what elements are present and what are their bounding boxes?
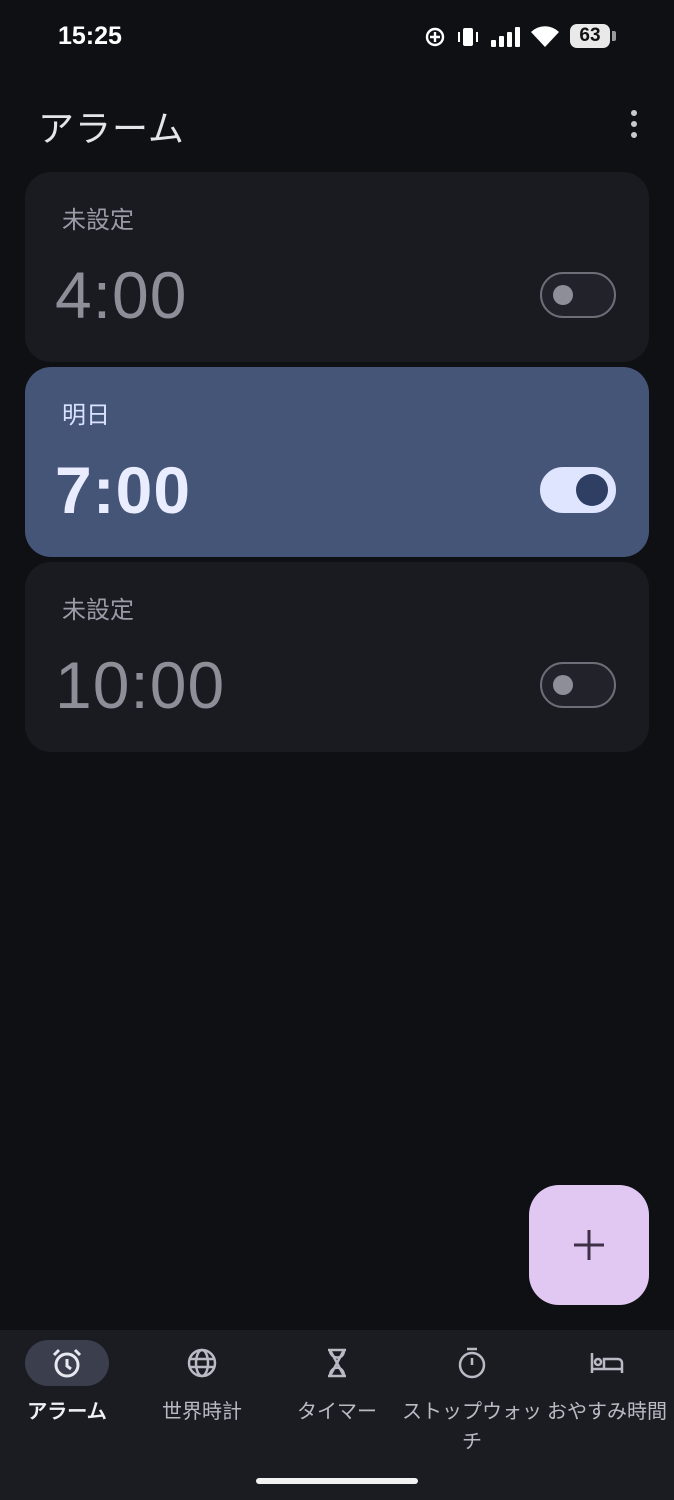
alarm-label: 未設定 [62, 206, 134, 234]
alarm-card-7-00[interactable]: 明日 7:00 [25, 367, 649, 557]
add-alarm-button[interactable] [529, 1185, 649, 1305]
vibrate-icon [456, 26, 480, 48]
nav-label: タイマー [297, 1399, 377, 1423]
alarm-card-4-00[interactable]: 未設定 4:00 [25, 172, 649, 362]
alarm-card-10-00[interactable]: 未設定 10:00 [25, 562, 649, 752]
home-indicator[interactable] [256, 1478, 418, 1484]
nav-item-world-clock[interactable]: 世界時計 [135, 1330, 269, 1460]
bed-icon [590, 1353, 624, 1373]
page-title: アラーム [38, 109, 185, 150]
alarm-time[interactable]: 7:00 [55, 455, 191, 525]
alarm-toggle[interactable] [540, 467, 616, 513]
signal-icon [490, 26, 520, 48]
nav-item-alarm[interactable]: アラーム [0, 1330, 134, 1460]
alarm-time[interactable]: 4:00 [55, 260, 187, 330]
alarm-clock-icon [52, 1348, 82, 1378]
more-vert-icon [631, 110, 637, 116]
status-icons: 63 [424, 24, 616, 50]
more-options-button[interactable] [612, 104, 656, 144]
wifi-icon [530, 26, 560, 48]
globe-icon [187, 1348, 217, 1378]
bottom-nav: アラーム 世界時計 タイマー ストップウォッチ おやすみ時間 [0, 1330, 674, 1500]
hourglass-icon [328, 1348, 346, 1378]
alarm-toggle[interactable] [540, 272, 616, 318]
nav-label: おやすみ時間 [547, 1399, 667, 1423]
alarm-time[interactable]: 10:00 [55, 650, 225, 720]
status-time: 15:25 [58, 22, 122, 50]
alarm-label: 明日 [62, 401, 110, 429]
nav-item-timer[interactable]: タイマー [270, 1330, 404, 1460]
battery-icon: 63 [570, 24, 616, 50]
nav-label: 世界時計 [162, 1399, 242, 1423]
alarm-label: 未設定 [62, 596, 134, 624]
nav-item-stopwatch[interactable]: ストップウォッチ [402, 1330, 542, 1460]
alarm-toggle[interactable] [540, 662, 616, 708]
battery-level: 63 [579, 25, 601, 46]
location-target-icon [424, 26, 446, 48]
nav-item-bedtime[interactable]: おやすみ時間 [540, 1330, 674, 1460]
nav-label: アラーム [27, 1399, 107, 1423]
plus-icon [574, 1230, 604, 1260]
nav-label: ストップウォッチ [402, 1399, 542, 1453]
status-bar: 15:25 63 [0, 0, 674, 80]
stopwatch-icon [458, 1347, 486, 1379]
